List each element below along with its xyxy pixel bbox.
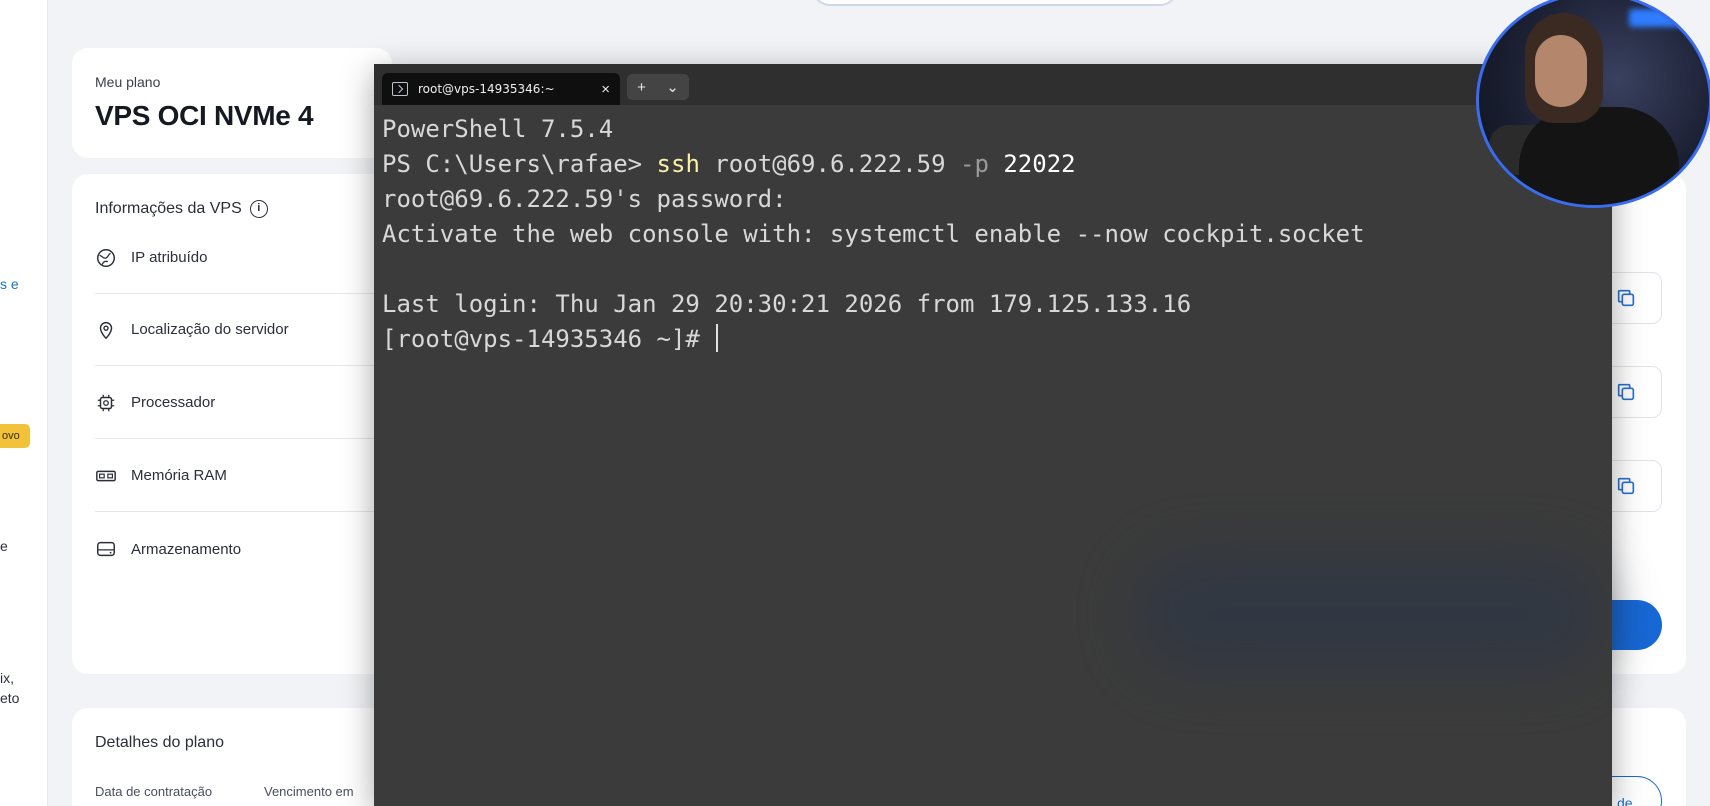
terminal-line: Last login: Thu Jan 29 20:30:21 2026 fro… (382, 290, 1192, 318)
info-row-location: Localização do servidor (95, 294, 392, 366)
info-icon[interactable]: i (249, 200, 268, 218)
plan-card: Meu plano VPS OCI NVMe 4 (72, 48, 392, 158)
terminal-line: PS C:\Users\rafae> ssh root@69.6.222.59 … (382, 147, 1602, 182)
info-row-label: Processador (131, 394, 216, 411)
info-row-label: Memória RAM (131, 467, 227, 484)
chevron-down-icon[interactable]: ⌄ (666, 78, 679, 96)
terminal-line: PowerShell 7.5.4 (382, 115, 614, 143)
root-prompt: [root@vps-14935346 ~]# (382, 325, 715, 353)
command-port: 22022 (988, 150, 1076, 178)
sidebar: s e ovo e ix, eto (0, 0, 48, 806)
plan-details-title: Detalhes do plano (95, 734, 224, 751)
sidebar-text-fragment: ix, (0, 670, 14, 686)
prompt-text: PS C:\Users\rafae> (382, 150, 657, 178)
copy-icon (1617, 383, 1635, 401)
blurred-region (1134, 554, 1604, 674)
info-row-label: IP atribuído (131, 249, 208, 266)
background-light (1629, 9, 1699, 27)
info-row-label: Armazenamento (131, 540, 242, 558)
info-row-ram: Memória RAM (95, 440, 392, 512)
webcam-overlay (1476, 0, 1710, 208)
search-bar[interactable] (812, 0, 1178, 6)
terminal-line: root@69.6.222.59's password: (382, 185, 787, 213)
vps-info-title: Informações da VPS (95, 200, 242, 217)
terminal-line: [root@vps-14935346 ~]# (382, 322, 1602, 357)
cpu-icon (97, 394, 115, 411)
copy-icon (1617, 289, 1635, 307)
contract-date-label: Data de contratação (95, 784, 213, 799)
info-row-label: Localização do servidor (131, 321, 289, 338)
text-cursor (716, 324, 719, 352)
tab-tools: + ⌄ (627, 74, 689, 100)
close-tab-icon[interactable]: × (601, 81, 610, 98)
storage-icon (97, 541, 115, 557)
terminal-window[interactable]: root@vps-14935346:~ × + ⌄ PowerShell 7.5… (374, 64, 1612, 806)
sidebar-link-fragment[interactable]: s e (0, 276, 19, 292)
globe-icon (97, 248, 115, 267)
command-args: root@69.6.222.59 (699, 150, 960, 178)
vps-info-card: Informações da VPS i IP atribuído Locali… (72, 174, 392, 674)
command-text: ssh (656, 150, 700, 178)
sidebar-text-fragment: e (0, 538, 8, 554)
info-row-processor: Processador (95, 367, 392, 439)
sidebar-text-fragment: eto (0, 690, 20, 706)
terminal-titlebar[interactable]: root@vps-14935346:~ × + ⌄ (374, 64, 1612, 105)
new-tab-icon[interactable]: + (637, 79, 646, 96)
terminal-tab[interactable]: root@vps-14935346:~ × (382, 73, 620, 105)
plan-label: Meu plano (95, 74, 161, 90)
location-pin-icon (99, 321, 113, 339)
vps-info-header: Informações da VPS i (95, 200, 268, 218)
terminal-output[interactable]: PowerShell 7.5.4 PS C:\Users\rafae> ssh r… (382, 112, 1602, 357)
due-date-label: Vencimento em (264, 784, 354, 799)
command-flag: -p (960, 150, 989, 178)
person-body (1519, 107, 1679, 205)
terminal-line: Activate the web console with: systemctl… (382, 220, 1365, 248)
powershell-icon (392, 82, 408, 96)
info-row-ip: IP atribuído (95, 222, 392, 294)
new-badge: ovo (0, 424, 30, 448)
info-row-storage: Armazenamento (95, 513, 392, 585)
plan-name: VPS OCI NVMe 4 (95, 100, 314, 131)
copy-icon (1617, 477, 1635, 495)
person-face (1535, 35, 1587, 107)
memory-icon (96, 470, 116, 481)
tab-title: root@vps-14935346:~ (418, 82, 555, 96)
